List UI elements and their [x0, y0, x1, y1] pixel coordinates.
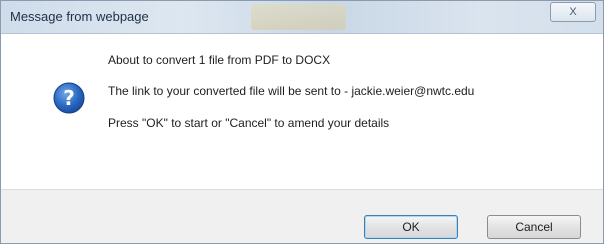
svg-text:?: ? — [63, 86, 75, 110]
close-button[interactable]: X — [550, 2, 596, 22]
title-bar[interactable]: Message from webpage X — [1, 1, 603, 34]
dialog-content: ? About to convert 1 file from PDF to DO… — [1, 34, 603, 189]
cancel-button[interactable]: Cancel — [487, 215, 581, 239]
message-line-2: The link to your converted file will be … — [108, 84, 475, 98]
close-icon: X — [569, 6, 577, 18]
dialog-title: Message from webpage — [10, 9, 149, 24]
ok-button[interactable]: OK — [364, 215, 458, 239]
message-line-1: About to convert 1 file from PDF to DOCX — [108, 53, 331, 67]
question-icon: ? — [53, 82, 85, 114]
message-dialog: Message from webpage X ? About to conver… — [0, 0, 604, 244]
button-bar: OK Cancel — [1, 189, 603, 243]
message-line-3: Press "OK" to start or "Cancel" to amend… — [108, 116, 390, 130]
